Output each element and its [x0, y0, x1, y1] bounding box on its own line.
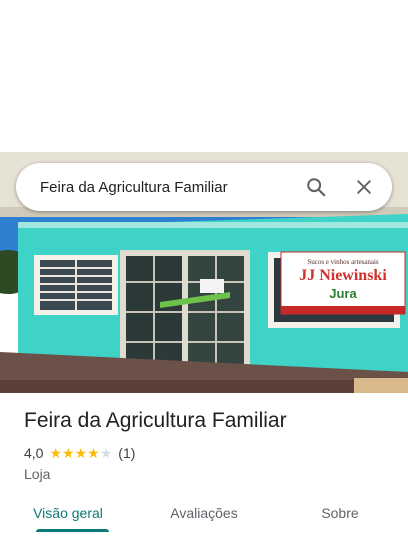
search-bar[interactable]: Feira da Agricultura Familiar	[16, 163, 392, 211]
search-input[interactable]: Feira da Agricultura Familiar	[16, 179, 292, 196]
close-icon	[357, 180, 371, 194]
sign-top-text: Sucos e vinhos artesanais	[307, 258, 379, 266]
star-icon: ★	[74, 445, 88, 461]
star-icon: ★	[62, 445, 75, 461]
place-title: Feira da Agricultura Familiar	[24, 409, 287, 432]
search-icon	[307, 178, 326, 197]
sign-name-text: JJ Niewinski	[299, 267, 387, 284]
review-count[interactable]: (1)	[118, 445, 135, 461]
star-icon: ★	[87, 445, 100, 461]
rating-stars: ★ ★ ★ ★ ★	[49, 446, 112, 460]
place-tabs: Visão geral Avaliações Sobre	[0, 495, 408, 544]
tab-overview[interactable]: Visão geral	[0, 495, 136, 544]
active-tab-indicator	[36, 529, 109, 532]
star-empty-icon: ★	[99, 445, 113, 461]
tab-about[interactable]: Sobre	[272, 495, 408, 544]
star-icon: ★	[49, 445, 63, 461]
clear-search-button[interactable]	[340, 163, 388, 211]
place-category: Loja	[24, 466, 51, 482]
sign-brand-text: Jura	[329, 286, 357, 301]
tab-reviews[interactable]: Avaliações	[136, 495, 272, 544]
rating-value: 4,0	[24, 445, 44, 461]
rating-row[interactable]: 4,0 ★ ★ ★ ★ ★ (1)	[24, 445, 135, 461]
place-card: Feira da Agricultura Familiar 4,0 ★ ★ ★ …	[0, 393, 408, 544]
search-button[interactable]	[292, 163, 340, 211]
